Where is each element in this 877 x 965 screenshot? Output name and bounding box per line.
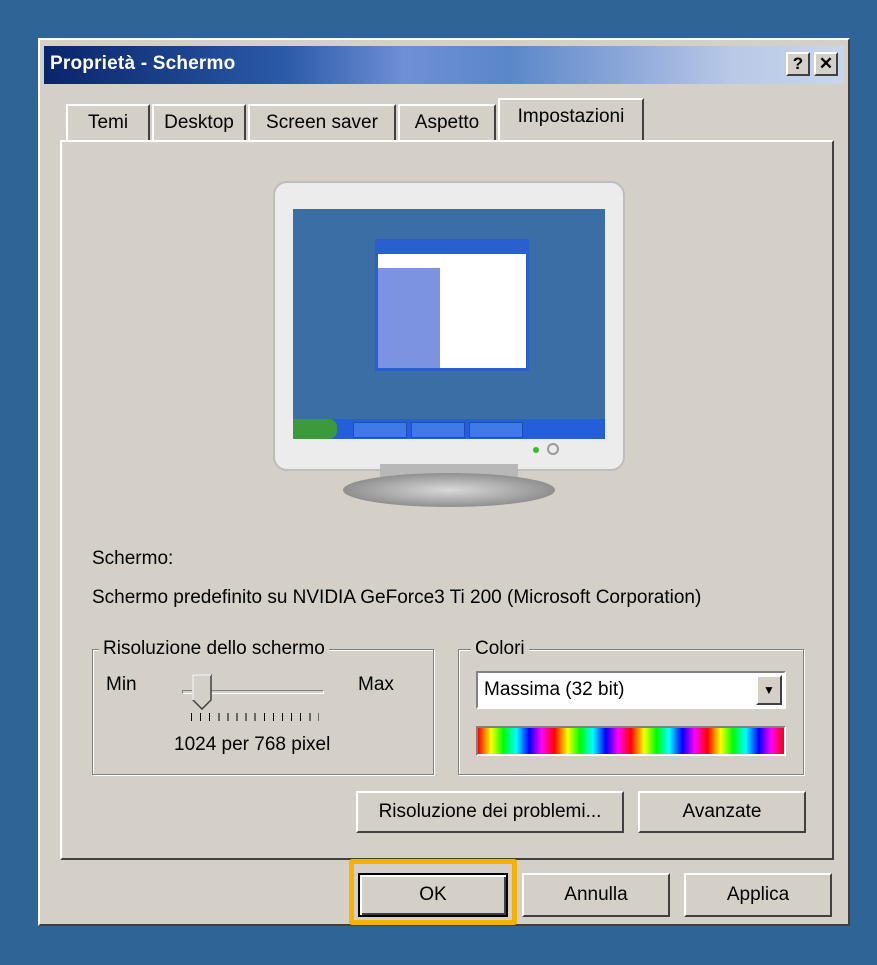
resolution-legend: Risoluzione dello schermo — [99, 638, 329, 660]
display-device: Schermo predefinito su NVIDIA GeForce3 T… — [92, 587, 702, 608]
min-label: Min — [106, 674, 137, 695]
preview-window-titlebar — [378, 242, 526, 254]
advanced-button[interactable]: Avanzate — [638, 791, 806, 833]
close-button[interactable]: ✕ — [814, 52, 838, 76]
resolution-value: 1024 per 768 pixel — [174, 734, 331, 755]
colors-group: Colori — [458, 638, 804, 775]
dialog-title: Proprietà - Schermo — [50, 53, 236, 74]
monitor-base — [343, 473, 555, 507]
preview-taskbar — [293, 419, 605, 439]
tab-screen-saver[interactable]: Screen saver — [248, 104, 396, 140]
title-bar[interactable]: Proprietà - Schermo ? ✕ — [44, 46, 844, 84]
power-button-icon — [547, 443, 559, 455]
power-led-icon — [533, 447, 539, 453]
tab-temi[interactable]: Temi — [66, 104, 150, 140]
preview-taskbar-item — [469, 422, 523, 438]
color-spectrum-bar — [476, 726, 786, 756]
tab-desktop[interactable]: Desktop — [152, 104, 246, 140]
tab-impostazioni[interactable]: Impostazioni — [498, 98, 644, 140]
preview-window — [375, 239, 529, 371]
resolution-group: Risoluzione dello schermo — [92, 638, 434, 775]
monitor-preview — [273, 181, 625, 471]
ok-highlight-frame — [349, 859, 517, 925]
apply-button[interactable]: Applica — [684, 873, 832, 917]
help-button[interactable]: ? — [786, 52, 810, 76]
monitor-screen — [293, 209, 605, 439]
color-quality-value: Massima (32 bit) — [484, 679, 625, 700]
color-quality-select[interactable]: Massima (32 bit) ▼ — [476, 671, 786, 709]
troubleshoot-button[interactable]: Risoluzione dei problemi... — [356, 791, 624, 833]
slider-ticks — [191, 713, 319, 721]
preview-window-sidebar — [378, 268, 440, 368]
preview-start-button — [293, 419, 337, 439]
cancel-button[interactable]: Annulla — [522, 873, 670, 917]
dropdown-arrow-icon[interactable]: ▼ — [756, 675, 782, 705]
colors-legend: Colori — [471, 638, 529, 660]
max-label: Max — [358, 674, 394, 695]
preview-taskbar-item — [353, 422, 407, 438]
resolution-slider-thumb[interactable] — [192, 674, 212, 711]
display-properties-dialog: Proprietà - Schermo ? ✕ Temi Desktop Scr… — [38, 38, 850, 926]
preview-taskbar-item — [411, 422, 465, 438]
tab-aspetto[interactable]: Aspetto — [398, 104, 496, 140]
display-label: Schermo: — [92, 548, 174, 569]
